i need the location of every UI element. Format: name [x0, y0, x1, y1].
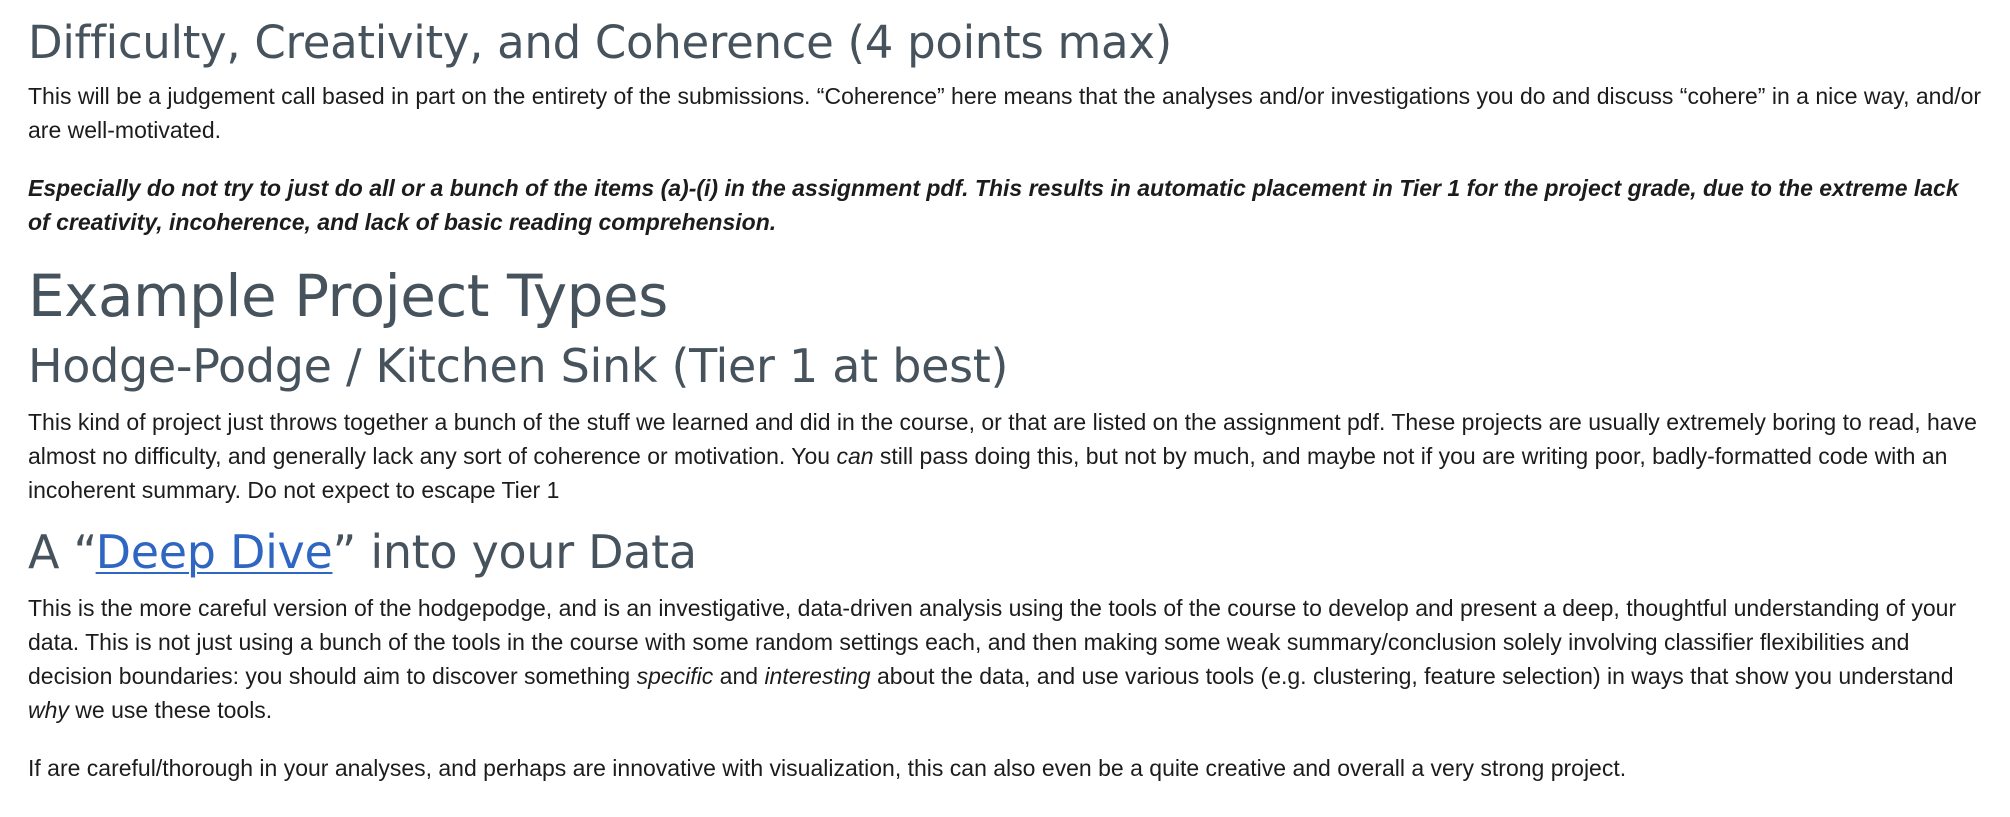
deep-dive-text-d: we use these tools.	[68, 697, 273, 723]
deep-dive-heading-suffix: ” into your Data	[332, 525, 697, 579]
deep-dive-link[interactable]: Deep Dive	[96, 525, 333, 579]
subsection-heading-hodgepodge: Hodge-Podge / Kitchen Sink (Tier 1 at be…	[28, 339, 1009, 393]
difficulty-paragraph: This will be a judgement call based in p…	[28, 83, 1982, 143]
subsection-heading-deep-dive: A “Deep Dive” into your Data	[28, 529, 1982, 575]
deep-dive-closing-paragraph: If are careful/thorough in your analyses…	[28, 755, 1627, 781]
deep-dive-emphasis-interesting: interesting	[764, 663, 871, 689]
section-heading-example-project-types: Example Project Types	[28, 262, 668, 330]
hodgepodge-emphasis: can	[836, 443, 874, 469]
document-page: Difficulty, Creativity, and Coherence (4…	[0, 0, 2010, 785]
deep-dive-text-b: and	[713, 663, 765, 689]
deep-dive-emphasis-specific: specific	[636, 663, 714, 689]
hodgepodge-paragraph: This kind of project just throws togethe…	[28, 405, 1982, 507]
deep-dive-paragraph: This is the more careful version of the …	[28, 591, 1982, 727]
difficulty-warning-paragraph: Especially do not try to just do all or …	[28, 175, 1959, 235]
deep-dive-heading-prefix: A “	[28, 525, 96, 579]
section-heading-difficulty: Difficulty, Creativity, and Coherence (4…	[28, 16, 1172, 69]
deep-dive-emphasis-why: why	[28, 697, 69, 723]
deep-dive-text-c: about the data, and use various tools (e…	[870, 663, 1954, 689]
